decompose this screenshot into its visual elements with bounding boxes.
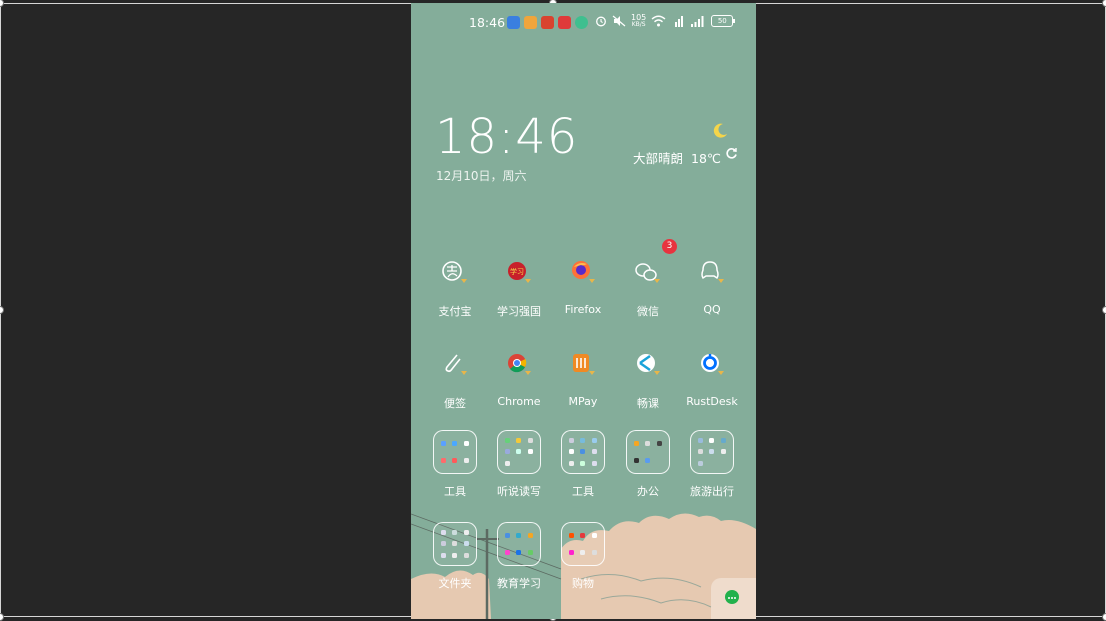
app-firefox[interactable]: Firefox xyxy=(550,257,616,316)
alarm-icon xyxy=(596,16,606,27)
app-chrome[interactable]: Chrome xyxy=(486,349,552,408)
system-icons: 105 KB/S 50 xyxy=(595,13,736,28)
weather-summary[interactable]: 大部晴朗 18℃ xyxy=(633,148,721,167)
app-rustdesk[interactable]: RustDesk xyxy=(679,349,745,408)
app-xuexi-qiangguo[interactable]: 学习 学习强国 xyxy=(486,257,552,319)
wechat-icon xyxy=(635,263,660,283)
folder-listen-speak-read-write[interactable]: 听说读写 xyxy=(486,430,552,499)
app-wechat[interactable]: 微信 xyxy=(615,257,681,319)
folder-preview xyxy=(433,430,477,474)
folder-label: 办公 xyxy=(637,485,659,498)
floating-assistant[interactable] xyxy=(711,578,756,619)
svg-text:学习: 学习 xyxy=(510,267,524,276)
app-label-firefox: Firefox xyxy=(564,303,602,316)
app-mpay[interactable]: MPay xyxy=(550,349,616,408)
folder-education[interactable]: 教育学习 xyxy=(486,522,552,591)
folder-travel[interactable]: 旅游出行 xyxy=(679,430,745,499)
folder-tools[interactable]: 工具 xyxy=(422,430,488,499)
qq-icon xyxy=(701,261,724,283)
chat-bubble-icon xyxy=(725,590,739,604)
wechat-unread-badge: 3 xyxy=(662,239,677,254)
app-label-rustdesk: RustDesk xyxy=(686,395,738,408)
changke-icon xyxy=(637,354,660,375)
signal-4g-icon xyxy=(675,16,684,27)
folder-preview xyxy=(497,522,541,566)
folder-preview xyxy=(626,430,670,474)
folder-preview xyxy=(690,430,734,474)
resize-handle-top-right[interactable] xyxy=(1102,0,1106,7)
folder-files[interactable]: 文件夹 xyxy=(422,522,488,591)
folder-office[interactable]: 办公 xyxy=(615,430,681,499)
weather-temperature: 18℃ xyxy=(691,151,721,166)
app-notification-icon xyxy=(507,16,520,29)
status-bar: 18:46 105 KB/S 50 xyxy=(411,3,756,43)
news-notification-icon xyxy=(524,16,537,29)
wifi-icon xyxy=(651,15,666,27)
game-notification-icon xyxy=(541,16,554,29)
clock-widget-date[interactable]: 12月10日，周六 xyxy=(436,167,527,184)
alipay-icon xyxy=(442,261,467,283)
app-changke[interactable]: 畅课 xyxy=(615,349,681,411)
app-label-qq: QQ xyxy=(703,303,721,316)
weather-condition: 大部晴朗 xyxy=(633,151,684,166)
folder-shopping[interactable]: 购物 xyxy=(550,522,616,591)
resize-handle-middle-right[interactable] xyxy=(1102,306,1106,314)
mpay-icon xyxy=(573,354,595,375)
status-time: 18:46 xyxy=(469,15,506,30)
app-label-chrome: Chrome xyxy=(497,395,541,408)
app-notes[interactable]: 便签 xyxy=(422,349,488,411)
folder-preview xyxy=(433,522,477,566)
moon-icon[interactable] xyxy=(711,122,729,140)
folder-preview xyxy=(497,430,541,474)
folder-label: 工具 xyxy=(572,485,594,498)
clock-widget-time[interactable]: 18:46 xyxy=(435,109,578,165)
xuexi-qiangguo-icon: 学习 xyxy=(508,262,531,283)
network-speed: 105 KB/S xyxy=(631,13,647,28)
folder-preview xyxy=(561,522,605,566)
shield-notification-icon xyxy=(575,16,588,29)
app-qq[interactable]: QQ xyxy=(679,257,745,316)
battery-indicator: 50 xyxy=(711,15,736,27)
folder-label: 教育学习 xyxy=(497,577,541,590)
folder-label: 听说读写 xyxy=(497,485,541,498)
app-label-mpay: MPay xyxy=(568,395,598,408)
notes-clip-icon xyxy=(445,354,467,375)
folder-tools-2[interactable]: 工具 xyxy=(550,430,616,499)
app-label-alipay: 支付宝 xyxy=(438,305,472,318)
weather-refresh-icon[interactable] xyxy=(725,147,738,160)
folder-preview xyxy=(561,430,605,474)
chrome-icon xyxy=(508,354,531,375)
notification-icons xyxy=(507,16,588,29)
red-app-notification-icon xyxy=(558,16,571,29)
folder-label: 购物 xyxy=(572,577,594,590)
mute-icon xyxy=(612,15,626,27)
app-label-changke: 畅课 xyxy=(637,397,659,410)
rustdesk-icon xyxy=(701,354,724,375)
firefox-icon xyxy=(572,261,595,283)
app-alipay[interactable]: 支付宝 xyxy=(422,257,488,319)
app-label-wechat: 微信 xyxy=(637,305,659,318)
folder-label: 文件夹 xyxy=(438,577,472,590)
app-label-xuexi-qiangguo: 学习强国 xyxy=(497,305,541,318)
signal-3g-icon xyxy=(691,16,704,27)
folder-label: 工具 xyxy=(444,485,466,498)
phone-screen: 18:46 105 KB/S 50 18:46 12月10日，周六 大部晴朗 18… xyxy=(411,3,756,619)
app-label-notes: 便签 xyxy=(444,397,466,410)
folder-label: 旅游出行 xyxy=(690,485,734,498)
